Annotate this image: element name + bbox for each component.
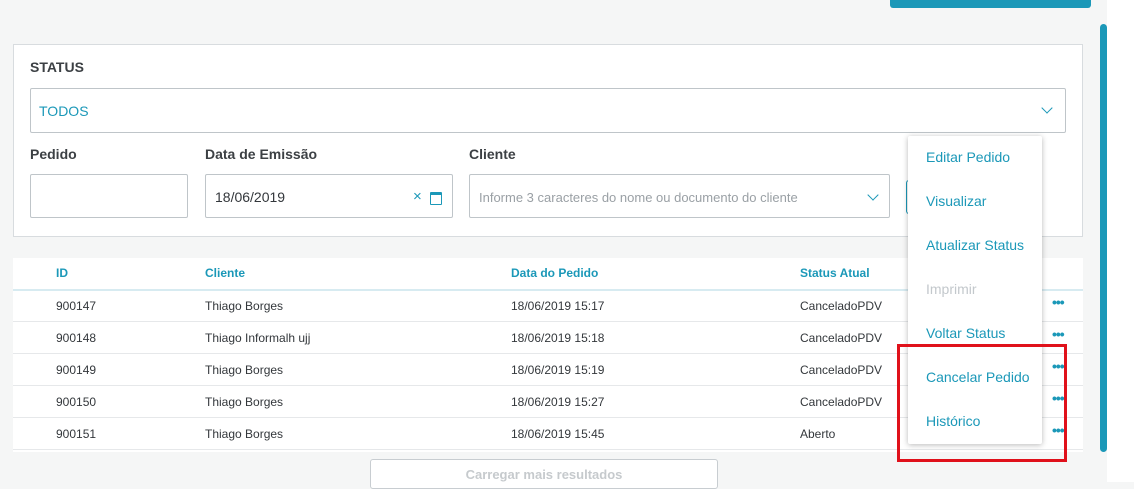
cell-status: Aberto xyxy=(800,427,836,441)
scrollbar-thumb[interactable] xyxy=(1100,24,1107,452)
status-label: STATUS xyxy=(30,59,84,75)
cell-id: 900147 xyxy=(56,299,97,313)
chevron-down-icon xyxy=(867,189,879,201)
cell-data: 18/06/2019 15:19 xyxy=(511,363,605,377)
cell-data: 18/06/2019 15:17 xyxy=(511,299,605,313)
annotation-highlight-box xyxy=(897,344,1067,462)
cell-status: CanceladoPDV xyxy=(800,363,883,377)
cell-data: 18/06/2019 15:27 xyxy=(511,395,605,409)
menu-item-visualizar[interactable]: Visualizar xyxy=(926,193,986,209)
column-header-id[interactable]: ID xyxy=(56,266,68,280)
cell-cliente: Thiago Informalh ujj xyxy=(205,331,311,345)
load-more-button[interactable]: Carregar mais resultados xyxy=(370,459,718,489)
cell-cliente: Thiago Borges xyxy=(205,363,284,377)
scrollbar-track xyxy=(1107,0,1134,482)
load-more-label: Carregar mais resultados xyxy=(465,467,623,482)
data-emissao-value: 18/06/2019 xyxy=(215,189,286,205)
menu-item-imprimir: Imprimir xyxy=(926,281,977,297)
menu-item-atualizar-status[interactable]: Atualizar Status xyxy=(926,237,1024,253)
menu-item-voltar-status[interactable]: Voltar Status xyxy=(926,325,1005,341)
cliente-placeholder: Informe 3 caracteres do nome ou document… xyxy=(479,190,798,205)
cell-id: 900150 xyxy=(56,395,97,409)
cell-cliente: Thiago Borges xyxy=(205,299,284,313)
menu-item-editar-pedido[interactable]: Editar Pedido xyxy=(926,149,1010,165)
cell-data: 18/06/2019 15:18 xyxy=(511,331,605,345)
pedido-label: Pedido xyxy=(30,146,77,162)
more-horizontal-icon[interactable]: ••• xyxy=(1052,326,1065,342)
cell-status: CanceladoPDV xyxy=(800,395,883,409)
cell-id: 900149 xyxy=(56,363,97,377)
column-header-status[interactable]: Status Atual xyxy=(800,266,870,280)
cliente-label: Cliente xyxy=(469,146,516,162)
cell-status: CanceladoPDV xyxy=(800,299,883,313)
cell-data: 18/06/2019 15:45 xyxy=(511,427,605,441)
cliente-select[interactable]: Informe 3 caracteres do nome ou document… xyxy=(469,174,890,218)
calendar-icon[interactable] xyxy=(430,192,442,205)
column-header-cliente[interactable]: Cliente xyxy=(205,266,245,280)
cell-id: 900148 xyxy=(56,331,97,345)
column-header-data[interactable]: Data do Pedido xyxy=(511,266,598,280)
status-select[interactable]: TODOS xyxy=(30,88,1066,133)
data-emissao-input[interactable]: 18/06/2019 × xyxy=(205,174,453,218)
top-action-button[interactable] xyxy=(890,0,1091,8)
status-select-value: TODOS xyxy=(39,103,89,119)
cell-status: CanceladoPDV xyxy=(800,331,883,345)
pedido-input[interactable] xyxy=(30,174,188,218)
clear-icon[interactable]: × xyxy=(413,188,422,205)
cell-cliente: Thiago Borges xyxy=(205,395,284,409)
more-horizontal-icon[interactable]: ••• xyxy=(1052,294,1065,310)
chevron-down-icon xyxy=(1041,102,1053,114)
cell-id: 900151 xyxy=(56,427,97,441)
data-emissao-label: Data de Emissão xyxy=(205,146,318,162)
cell-cliente: Thiago Borges xyxy=(205,427,284,441)
